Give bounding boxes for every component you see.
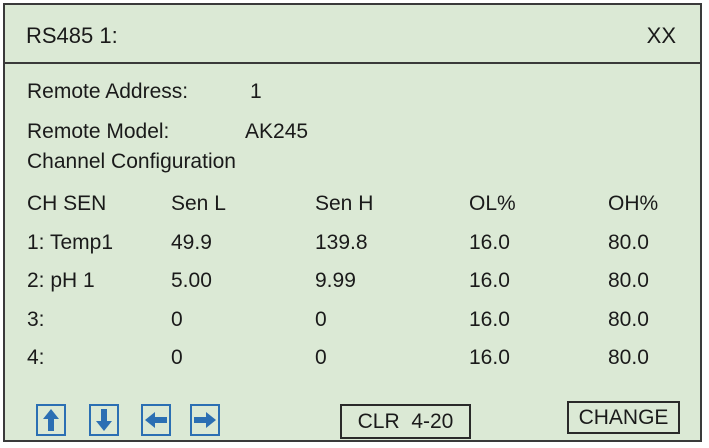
- table-cell-sen-h: 139.8: [315, 231, 368, 254]
- remote-address-value: 1: [250, 80, 262, 103]
- table-cell-oh: 80.0: [608, 269, 649, 292]
- right-arrow-button[interactable]: [190, 404, 220, 436]
- table-cell-ol: 16.0: [469, 231, 510, 254]
- remote-address-label: Remote Address:: [27, 80, 189, 103]
- left-arrow-button[interactable]: [141, 404, 171, 436]
- change-button[interactable]: CHANGE: [567, 401, 680, 434]
- remote-model-value: AK245: [245, 120, 309, 143]
- device-panel: RS485 1: XX Remote Address: 1 Remote Mod…: [3, 3, 702, 442]
- table-cell-sen-l: 5.00: [171, 269, 212, 292]
- column-header-oh: OH%: [608, 192, 659, 215]
- channel-config-title: Channel Configuration: [27, 150, 236, 173]
- table-cell-sen-l: 0: [171, 308, 183, 331]
- status-indicator: XX: [646, 23, 676, 48]
- table-cell-oh: 80.0: [608, 308, 649, 331]
- table-cell-channel: 4:: [27, 346, 45, 369]
- table-cell-sen-h: 0: [315, 308, 327, 331]
- arrow-up-icon: [43, 409, 59, 431]
- column-header-ol: OL%: [469, 192, 516, 215]
- down-arrow-button[interactable]: [89, 404, 119, 436]
- table-cell-sen-h: 0: [315, 346, 327, 369]
- page-title: RS485 1:: [26, 23, 118, 48]
- table-cell-channel: 2: pH 1: [27, 269, 95, 292]
- table-cell-channel: 1: Temp1: [27, 231, 113, 254]
- table-cell-ol: 16.0: [469, 346, 510, 369]
- table-cell-ol: 16.0: [469, 308, 510, 331]
- up-arrow-button[interactable]: [36, 404, 66, 436]
- column-header-sen-l: Sen L: [171, 192, 226, 215]
- arrow-down-icon: [96, 409, 112, 431]
- clr-4-20-button[interactable]: CLR 4-20: [340, 404, 471, 439]
- table-cell-oh: 80.0: [608, 346, 649, 369]
- table-cell-sen-l: 0: [171, 346, 183, 369]
- table-cell-oh: 80.0: [608, 231, 649, 254]
- table-cell-sen-h: 9.99: [315, 269, 356, 292]
- table-cell-ol: 16.0: [469, 269, 510, 292]
- column-header-sen-h: Sen H: [315, 192, 374, 215]
- column-header-ch-sen: CH SEN: [27, 192, 107, 215]
- arrow-left-icon: [145, 412, 167, 428]
- arrow-right-icon: [194, 412, 216, 428]
- panel-header: RS485 1: XX: [5, 5, 700, 64]
- table-cell-sen-l: 49.9: [171, 231, 212, 254]
- remote-model-label: Remote Model:: [27, 120, 170, 143]
- table-cell-channel: 3:: [27, 308, 45, 331]
